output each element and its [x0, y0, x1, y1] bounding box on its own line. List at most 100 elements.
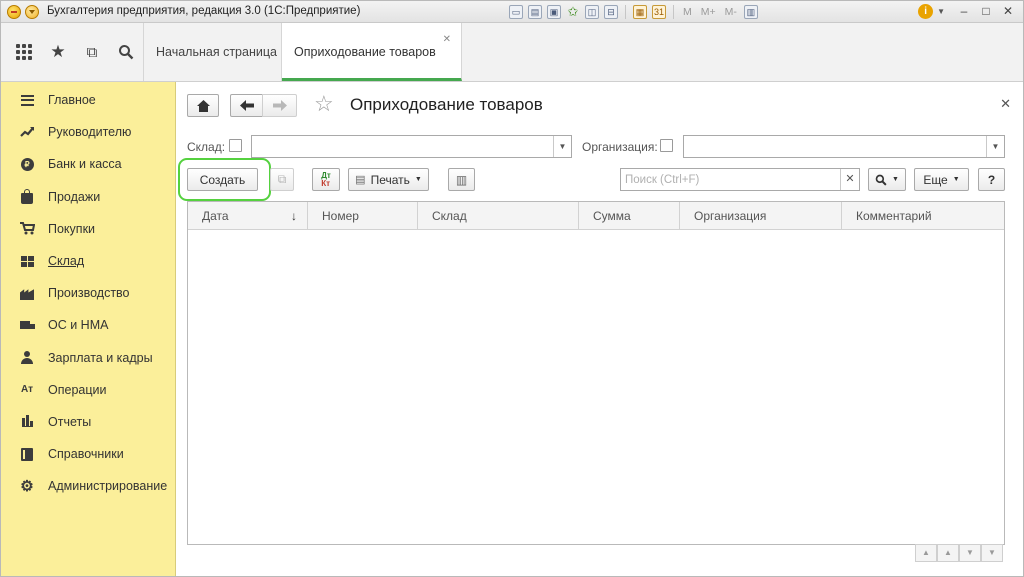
notes-icon[interactable]: ▦ — [633, 5, 647, 19]
clear-search-icon[interactable]: ✕ — [840, 169, 859, 190]
sidebar-item-reports[interactable]: Отчеты — [1, 406, 175, 438]
tab-close-icon[interactable]: ✕ — [443, 35, 451, 45]
tab-goods-receipt[interactable]: Оприходование товаров ✕ — [282, 23, 462, 81]
scroll-to-bottom-icon[interactable]: ▼ — [981, 544, 1003, 562]
app-logo-icon[interactable] — [7, 5, 21, 19]
help-button[interactable]: ? — [978, 168, 1005, 191]
warehouse-filter-label: Склад: — [187, 140, 226, 154]
sidebar-item-sales[interactable]: Продажи — [1, 181, 175, 213]
warehouse-icon — [19, 253, 35, 269]
scroll-down-icon[interactable]: ▼ — [959, 544, 981, 562]
cart-icon — [19, 221, 35, 237]
user-icon — [19, 350, 35, 366]
minimize-button[interactable]: – — [955, 3, 973, 19]
sidebar-item-label: Продажи — [48, 189, 101, 204]
table-scroll-buttons: ▲ ▲ ▼ ▼ — [915, 544, 1003, 562]
warehouse-filter-checkbox[interactable] — [229, 139, 242, 152]
chevron-down-icon[interactable]: ▼ — [937, 7, 945, 16]
organization-filter-select[interactable]: ▼ — [683, 135, 1005, 158]
favorite-star-icon[interactable]: ☆ — [314, 92, 334, 116]
bag-icon — [19, 188, 35, 205]
sidebar-item-bank[interactable]: ₽ Банк и касса — [1, 148, 175, 180]
copy-button[interactable]: ⧉ — [270, 168, 294, 191]
sidebar-item-fixed-assets[interactable]: ОС и НМА — [1, 309, 175, 341]
print-button-label: Печать — [370, 172, 410, 187]
info-icon[interactable]: i — [918, 3, 934, 19]
chevron-down-icon[interactable]: ▼ — [553, 136, 571, 157]
history-icon[interactable]: ⧉ — [81, 41, 103, 63]
debit-credit-icon: Дт Кт — [321, 170, 331, 188]
home-button[interactable] — [187, 94, 219, 117]
memory-m-button[interactable]: M — [681, 6, 694, 18]
column-header-date[interactable]: Дата ↓ — [188, 202, 308, 230]
forward-button[interactable] — [262, 94, 297, 117]
favorites-icon[interactable]: ★ — [47, 41, 69, 63]
sidebar-item-label: ОС и НМА — [48, 318, 109, 333]
column-header-amount[interactable]: Сумма — [579, 202, 680, 230]
window-controls: i ▼ – □ ✕ — [918, 3, 1017, 19]
more-button-label: Еще — [923, 172, 948, 187]
close-form-icon[interactable]: ✕ — [1000, 96, 1011, 112]
history-icon[interactable]: ◫ — [585, 5, 599, 19]
table-header: Дата ↓ Номер Склад Сумма Организация Ком… — [188, 202, 1004, 230]
search-options-button[interactable]: ▼ — [868, 168, 906, 191]
sidebar-item-purchases[interactable]: Покупки — [1, 213, 175, 245]
column-header-organization[interactable]: Организация — [680, 202, 842, 230]
memory-m-minus-button[interactable]: M- — [723, 6, 739, 18]
sidebar-item-label: Покупки — [48, 221, 96, 236]
sections-menu-icon[interactable] — [13, 41, 35, 63]
sidebar-item-main[interactable]: Главное — [1, 84, 175, 116]
organization-filter-checkbox[interactable] — [660, 139, 673, 152]
sidebar-item-administration[interactable]: ⚙ Администрирование — [1, 470, 175, 502]
arrow-right-icon — [272, 100, 287, 111]
memory-m-plus-button[interactable]: M+ — [699, 6, 718, 18]
book-icon — [19, 446, 35, 462]
arrow-left-icon — [239, 100, 254, 111]
favorites-star-icon[interactable]: ✩ — [566, 5, 580, 19]
window-title: Бухгалтерия предприятия, редакция 3.0 (1… — [47, 5, 361, 17]
copy-icon: ⧉ — [277, 172, 287, 186]
sidebar-item-label: Руководителю — [48, 125, 132, 140]
print-button[interactable]: ▤ Печать ▼ — [348, 168, 429, 191]
document-button[interactable]: ▥ — [448, 168, 475, 191]
sidebar-item-operations[interactable]: Ат Операции — [1, 374, 175, 406]
title-bar: Бухгалтерия предприятия, редакция 3.0 (1… — [1, 1, 1023, 23]
column-header-comment[interactable]: Комментарий — [842, 202, 1004, 230]
sidebar-item-label: Главное — [48, 93, 96, 108]
close-window-button[interactable]: ✕ — [999, 3, 1017, 19]
sidebar-item-payroll[interactable]: Зарплата и кадры — [1, 342, 175, 374]
search-icon[interactable] — [115, 41, 137, 63]
calculator-icon[interactable]: ⊟ — [604, 5, 618, 19]
scroll-up-icon[interactable]: ▲ — [937, 544, 959, 562]
more-button[interactable]: Еще ▼ — [914, 168, 969, 191]
column-header-warehouse[interactable]: Склад — [418, 202, 579, 230]
sidebar-item-manager[interactable]: Руководителю — [1, 116, 175, 148]
column-header-number[interactable]: Номер — [308, 202, 418, 230]
preview-icon[interactable]: ▣ — [547, 5, 561, 19]
main-menu-icon[interactable] — [25, 5, 39, 19]
print-icon[interactable]: ▤ — [528, 5, 542, 19]
back-icon[interactable]: ▭ — [509, 5, 523, 19]
chevron-down-icon[interactable]: ▼ — [986, 136, 1004, 157]
maximize-button[interactable]: □ — [977, 3, 995, 19]
toolbar-divider — [673, 5, 674, 19]
warehouse-filter-select[interactable]: ▼ — [251, 135, 572, 158]
calendar-icon[interactable]: 31 — [652, 5, 666, 19]
sidebar-item-warehouse[interactable]: Склад — [1, 245, 175, 277]
journal-entries-button[interactable]: Дт Кт — [312, 168, 340, 191]
sidebar-item-label: Склад — [48, 254, 85, 269]
trend-icon — [19, 124, 35, 140]
create-button[interactable]: Создать — [187, 168, 258, 191]
search-input[interactable] — [620, 168, 860, 191]
sidebar-item-label: Администрирование — [48, 479, 168, 494]
sidebar-item-label: Справочники — [48, 447, 124, 462]
bar-chart-icon — [19, 414, 35, 430]
back-button[interactable] — [230, 94, 263, 117]
window-layout-icon[interactable]: ▥ — [743, 5, 758, 19]
sidebar-item-production[interactable]: Производство — [1, 277, 175, 309]
sidebar-item-directories[interactable]: Справочники — [1, 438, 175, 470]
coin-icon: ₽ — [19, 156, 35, 172]
tab-home-page[interactable]: Начальная страница — [144, 23, 282, 81]
scroll-to-top-icon[interactable]: ▲ — [915, 544, 937, 562]
documents-table[interactable]: Дата ↓ Номер Склад Сумма Организация Ком… — [187, 201, 1005, 545]
